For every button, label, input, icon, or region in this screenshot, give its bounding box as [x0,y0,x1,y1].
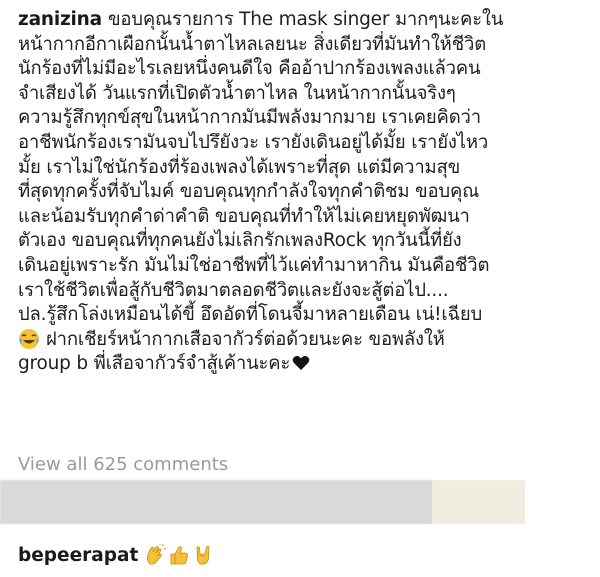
post-caption: zanizina ขอบคุณรายการ The mask singer มาก… [18,8,592,377]
clapping-hands-icon [147,544,167,565]
view-all-comments-link[interactable]: View all 625 comments [18,454,228,475]
caption-line: อาชีพนักร้องเรามันจบไปรึยังวะ เรายังเดิน… [18,131,489,153]
caption-text: ฝากเชียร์หน้ากากเสือจากัวร์ต่อด้วยนะคะ ข… [46,328,445,350]
caption-line: นักร้องที่ไม่มีอะไรเลยหนึ่งคนดีใจ คืออ้า… [18,58,481,80]
blurred-accent [432,480,525,524]
face-with-tears-of-joy-icon [19,328,39,349]
rock-on-hand-icon [196,546,210,565]
caption-text: ขอบคุณรายการ The mask singer มากๆนะคะใน [107,9,504,30]
caption-line: หน้ากากอีกาเผือกนั้นน้ำตาไหลเลยนะ สิ่งเด… [18,33,487,55]
caption-line: มั้ย เราไม่ใช่นักร้องที่ร้องเพลงได้เพราะ… [18,156,461,178]
post-username[interactable]: zanizina [18,9,102,30]
black-heart-icon [292,356,310,371]
caption-line: ที่สุดทุกครั้งที่จับไมค์ ขอบคุณทุกกำลังใ… [18,181,480,203]
caption-line: ฝากเชียร์หน้ากากเสือจากัวร์ต่อด้วยนะคะ ข… [18,328,592,353]
caption-text: group b พี่เสือจากัวร์จำสู้เค้านะคะ [18,353,291,375]
caption-line: ตัวเอง ขอบคุณที่ทุกคนยังไม่เลิกรักเพลงRo… [18,230,462,252]
caption-line: group b พี่เสือจากัวร์จำสู้เค้านะคะ [18,352,592,377]
blurred-comment-row [0,480,525,524]
caption-line: เราใช้ชีวิตเพื่อสู้กับชีวิตมาตลอดชีวิตแล… [18,279,449,301]
caption-line: เดินอยู่เพราะรัก มันไม่ใช่อาชีพที่ไว้แค่… [18,254,490,276]
caption-line: ปล.รู้สึกโล่งเหมือนได้ขี้ อึดอัดที่โดนจี… [18,304,483,326]
thumbs-up-icon [170,546,189,565]
caption-line: ความรู้สึกทุกข์สุขในหน้ากากมันมีพลังมากม… [18,107,481,129]
instagram-post-screenshot: zanizina ขอบคุณรายการ The mask singer มาก… [0,0,600,577]
caption-line: จำเสียงได้ วันแรกที่เปิดตัวน้ำตาไหล ในหน… [18,82,456,104]
comment-username[interactable]: bepeerapat [18,545,138,566]
caption-line: และน้อมรับทุกคำด่าคำติ ขอบคุณที่ทำให้ไม่… [18,205,470,227]
comment-item: bepeerapat [18,541,216,569]
caption-line: zanizina ขอบคุณรายการ The mask singer มาก… [18,8,592,33]
